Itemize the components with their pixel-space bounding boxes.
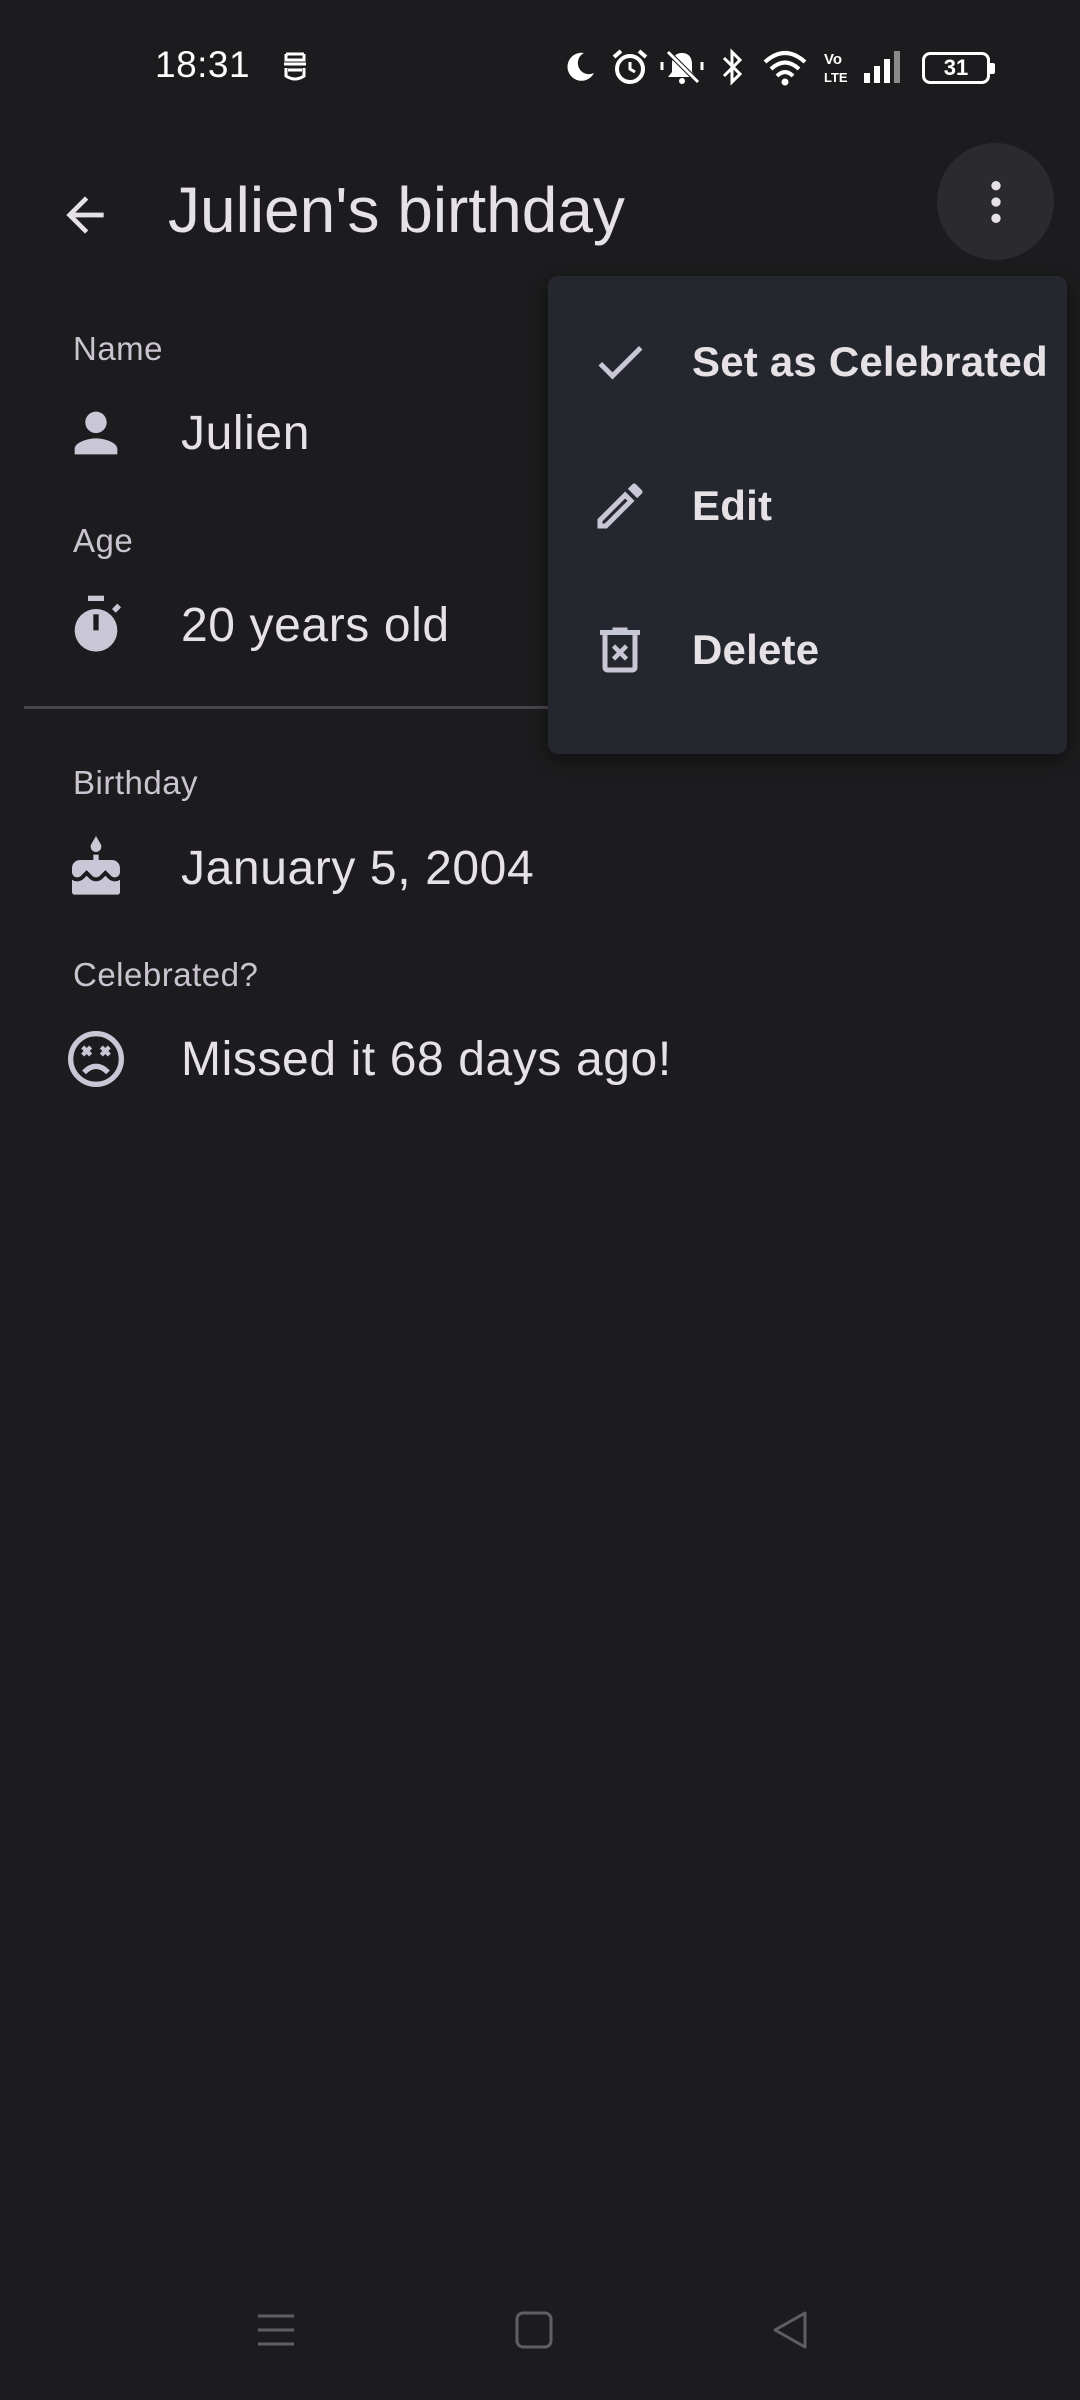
battery-icon: 31 (922, 52, 995, 84)
wifi-icon (762, 45, 808, 89)
celebrated-row: Missed it 68 days ago! (60, 1014, 672, 1104)
overflow-menu: Set as Celebrated Edit Delete (548, 276, 1067, 754)
trash-icon (588, 618, 652, 682)
more-options-button[interactable] (937, 143, 1054, 260)
menu-item-edit[interactable]: Edit (548, 434, 1067, 578)
home-button[interactable] (499, 2300, 569, 2360)
svg-text:Vo: Vo (824, 51, 842, 68)
sim-status-icon (280, 45, 310, 89)
page-title: Julien's birthday (168, 174, 625, 246)
check-icon (588, 330, 652, 394)
celebrated-label: Celebrated? (73, 956, 259, 993)
celebrated-value: Missed it 68 days ago! (181, 1032, 672, 1086)
home-square-icon (515, 2311, 553, 2349)
screen: 18:31 Vo LTE 31 Julien's birthday Name J… (0, 0, 1080, 2400)
more-vert-icon (990, 180, 1001, 223)
battery-level: 31 (943, 55, 969, 80)
age-value: 20 years old (181, 598, 450, 652)
menu-item-label: Edit (692, 482, 773, 529)
volte-icon: Vo LTE (822, 45, 848, 89)
moon-icon (562, 45, 598, 89)
sad-face-icon (60, 1023, 132, 1095)
birthday-value: January 5, 2004 (181, 841, 535, 895)
menu-item-delete[interactable]: Delete (548, 578, 1067, 722)
menu-item-label: Set as Celebrated (692, 338, 1048, 385)
name-label: Name (73, 330, 164, 367)
status-bar: 18:31 Vo LTE 31 (0, 0, 1080, 120)
age-label: Age (73, 522, 134, 559)
recents-button[interactable] (241, 2300, 311, 2360)
back-triangle-icon (773, 2311, 807, 2349)
menu-item-label: Delete (692, 626, 820, 673)
timer-icon (60, 589, 132, 661)
name-row: Julien (60, 388, 310, 478)
signal-icon (862, 45, 902, 89)
status-time: 18:31 (155, 44, 251, 85)
alarm-icon (611, 45, 649, 89)
svg-text:LTE: LTE (824, 70, 848, 85)
arrow-back-icon (66, 196, 104, 234)
birthday-label: Birthday (73, 764, 199, 801)
bluetooth-icon (720, 45, 746, 89)
age-row: 20 years old (60, 580, 450, 670)
system-back-button[interactable] (756, 2300, 826, 2360)
birthday-row: January 5, 2004 (60, 823, 534, 913)
bell-off-icon (660, 45, 704, 89)
back-button[interactable] (40, 170, 130, 260)
name-value: Julien (181, 406, 311, 460)
cake-icon (60, 832, 132, 904)
pencil-icon (588, 474, 652, 538)
menu-lines-icon (258, 2314, 294, 2346)
person-icon (60, 397, 132, 469)
menu-item-set-celebrated[interactable]: Set as Celebrated (548, 290, 1067, 434)
system-nav-bar (0, 2260, 1080, 2400)
app-bar: Julien's birthday (0, 120, 1080, 290)
